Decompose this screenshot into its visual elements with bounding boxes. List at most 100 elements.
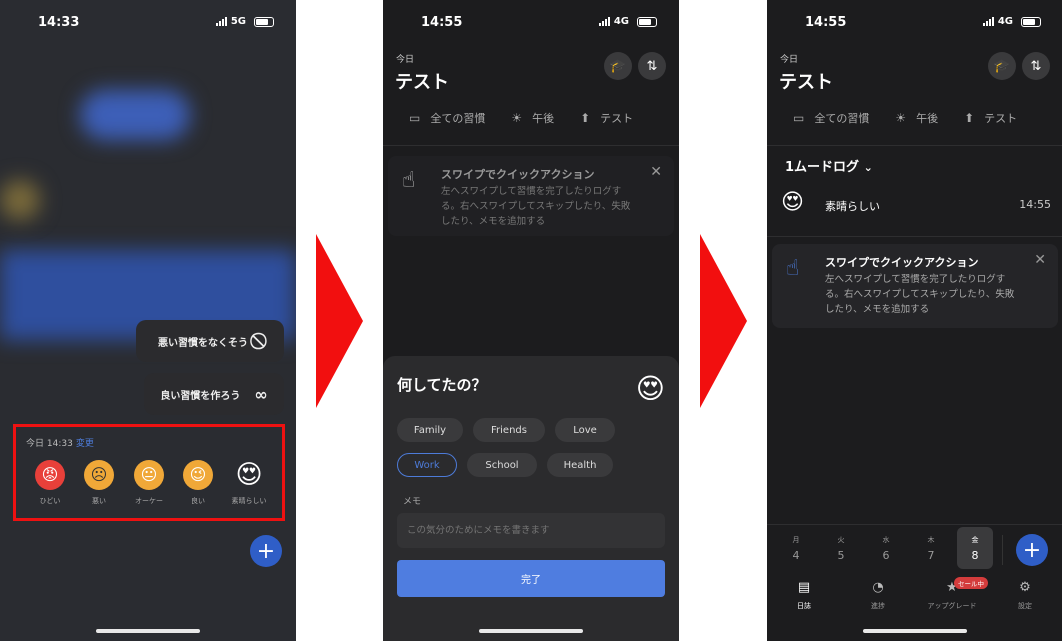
memo-input[interactable] xyxy=(397,513,665,548)
mood-option-okay[interactable]: 😐 オーケー xyxy=(134,460,164,506)
inbox-icon: ▭ xyxy=(793,111,805,125)
mood-label: 良い xyxy=(191,497,205,505)
mood-log-row[interactable]: 😍 素晴らしい 14:55 xyxy=(781,190,1051,220)
signal-icon xyxy=(598,17,610,26)
mood-picker: 今日 14:33 変更 😡 ひどい ☹ 悪い 😐 オーケー 😉 良い 😍 素晴らしい xyxy=(13,424,285,521)
chip-family[interactable]: Family xyxy=(397,418,463,442)
nav-progress[interactable]: ◔ 進捗 xyxy=(853,580,903,611)
nav-journal[interactable]: ▤ 日誌 xyxy=(779,580,829,611)
sun-icon: ☀ xyxy=(895,111,907,125)
swipe-tip-card: ☝ スワイプでクイックアクション 左へスワイプして習慣を完了したりログする。右へ… xyxy=(388,156,674,236)
sale-badge: セール中 xyxy=(954,577,988,589)
tab-test[interactable]: ⬆ テスト xyxy=(580,110,633,126)
tab-label: 午後 xyxy=(916,112,939,125)
weekday: 金 xyxy=(971,536,979,544)
sun-icon: ☀ xyxy=(511,111,523,125)
day-thu[interactable]: 木7 xyxy=(913,527,949,569)
blurred-content xyxy=(0,180,40,220)
break-bad-habit-button[interactable]: 悪い習慣をなくそう ⃠ xyxy=(136,320,284,362)
page-title: テスト xyxy=(395,72,449,93)
done-button[interactable]: 完了 xyxy=(397,560,665,597)
chip-friends[interactable]: Friends xyxy=(473,418,545,442)
bottom-nav: ▤ 日誌 ◔ 進捗 ★ アップグレード セール中 ⚙ 設定 xyxy=(767,577,1062,620)
change-time-link[interactable]: 変更 xyxy=(76,439,94,449)
swipe-tip-card: ☝ スワイプでクイックアクション 左へスワイプして習慣を完了したりログする。右へ… xyxy=(772,244,1058,328)
mood-option-terrible[interactable]: 😡 ひどい xyxy=(35,460,65,506)
add-button[interactable]: + xyxy=(250,535,282,567)
mood-option-bad[interactable]: ☹ 悪い xyxy=(84,460,114,506)
habit-tabs: ▭ 全ての習慣 ☀ 午後 ⬆ テスト xyxy=(409,110,659,126)
chip-work[interactable]: Work xyxy=(397,453,457,477)
pie-chart-icon: ◔ xyxy=(872,580,884,595)
day-mon[interactable]: 月4 xyxy=(778,527,814,569)
tab-label: テスト xyxy=(984,112,1018,125)
sort-icon[interactable]: ⇅ xyxy=(1022,52,1050,80)
mood-label: オーケー xyxy=(135,497,163,505)
build-good-habit-button[interactable]: 良い習慣を作ろう ∞ xyxy=(144,373,284,415)
tab-test[interactable]: ⬆ テスト xyxy=(964,110,1017,126)
swipe-tip-body: 左へスワイプして習慣を完了したりログする。右へスワイプしてスキップしたり、失敗し… xyxy=(441,186,631,227)
journal-icon: ▤ xyxy=(797,580,811,595)
mood-label: 悪い xyxy=(92,497,106,505)
neutral-face-icon: 😐 xyxy=(134,460,164,490)
wink-face-icon: 😉 xyxy=(183,460,213,490)
status-time: 14:55 xyxy=(421,15,463,30)
inbox-icon: ▭ xyxy=(409,111,421,125)
add-button[interactable]: + xyxy=(1016,534,1048,566)
home-indicator xyxy=(479,629,583,633)
battery-icon xyxy=(1021,17,1041,27)
graduation-cap-icon[interactable]: 🎓 xyxy=(988,52,1016,80)
tab-afternoon[interactable]: ☀ 午後 xyxy=(511,110,554,126)
chip-school[interactable]: School xyxy=(467,453,537,477)
chevron-down-icon: ⌄ xyxy=(863,161,873,174)
network-type: 4G xyxy=(613,16,629,27)
day-tue[interactable]: 火5 xyxy=(823,527,859,569)
upload-box-icon: ⬆ xyxy=(964,111,975,125)
swipe-hand-icon: ☝ xyxy=(402,168,416,193)
tab-label: 午後 xyxy=(532,112,555,125)
swipe-tip-title: スワイプでクイックアクション xyxy=(441,168,595,181)
tab-all-habits[interactable]: ▭ 全ての習慣 xyxy=(793,110,869,126)
network-type: 4G xyxy=(997,16,1013,27)
divider xyxy=(767,145,1062,146)
tab-afternoon[interactable]: ☀ 午後 xyxy=(895,110,938,126)
divider xyxy=(767,236,1062,237)
tab-all-habits[interactable]: ▭ 全ての習慣 xyxy=(409,110,485,126)
nav-label: 日誌 xyxy=(797,602,811,610)
day-fri[interactable]: 金8 xyxy=(957,527,993,569)
close-icon[interactable]: ✕ xyxy=(650,164,662,180)
mood-option-good[interactable]: 😉 良い xyxy=(183,460,213,506)
page-title: テスト xyxy=(779,72,833,93)
sort-icon[interactable]: ⇅ xyxy=(638,52,666,80)
heart-eyes-icon: 😍 xyxy=(235,460,263,490)
battery-icon xyxy=(637,17,657,27)
mood-option-great[interactable]: 😍 素晴らしい xyxy=(232,460,267,506)
graduation-cap-icon[interactable]: 🎓 xyxy=(604,52,632,80)
status-time: 14:33 xyxy=(38,15,80,30)
chip-love[interactable]: Love xyxy=(555,418,615,442)
memo-label: メモ xyxy=(403,497,422,507)
build-good-habit-label: 良い習慣を作ろう xyxy=(160,390,241,402)
week-strip: 月4 火5 水6 木7 金8 + xyxy=(767,527,1062,573)
today-label: 今日 xyxy=(780,55,799,65)
swipe-hand-icon: ☝ xyxy=(786,256,800,281)
heart-eyes-icon: 😍 xyxy=(635,372,665,405)
mood-date: 今日 14:33 xyxy=(26,439,73,449)
battery-icon xyxy=(254,17,274,27)
tab-label: 全ての習慣 xyxy=(430,112,486,125)
close-icon[interactable]: ✕ xyxy=(1034,252,1046,268)
day-wed[interactable]: 水6 xyxy=(868,527,904,569)
nav-label: 設定 xyxy=(1018,602,1032,610)
angry-face-icon: 😡 xyxy=(35,460,65,490)
nav-upgrade[interactable]: ★ アップグレード セール中 xyxy=(927,577,988,611)
mood-log-name: 素晴らしい xyxy=(825,200,880,213)
date: 4 xyxy=(792,549,800,562)
today-label: 今日 xyxy=(396,55,415,65)
chip-health[interactable]: Health xyxy=(547,453,613,477)
status-time: 14:55 xyxy=(805,15,847,30)
mood-log-toggle[interactable]: 1ムードログ ⌄ xyxy=(785,156,873,175)
weekday: 水 xyxy=(882,536,890,544)
screen-journal: 14:55 4G 今日 テスト 🎓 ⇅ ▭ 全ての習慣 ☀ 午後 ⬆ テスト 1ムード… xyxy=(767,0,1062,641)
nav-settings[interactable]: ⚙ 設定 xyxy=(1000,580,1050,611)
activity-sheet: 何してたの？ 😍 Family Friends Love Work School… xyxy=(383,356,679,641)
